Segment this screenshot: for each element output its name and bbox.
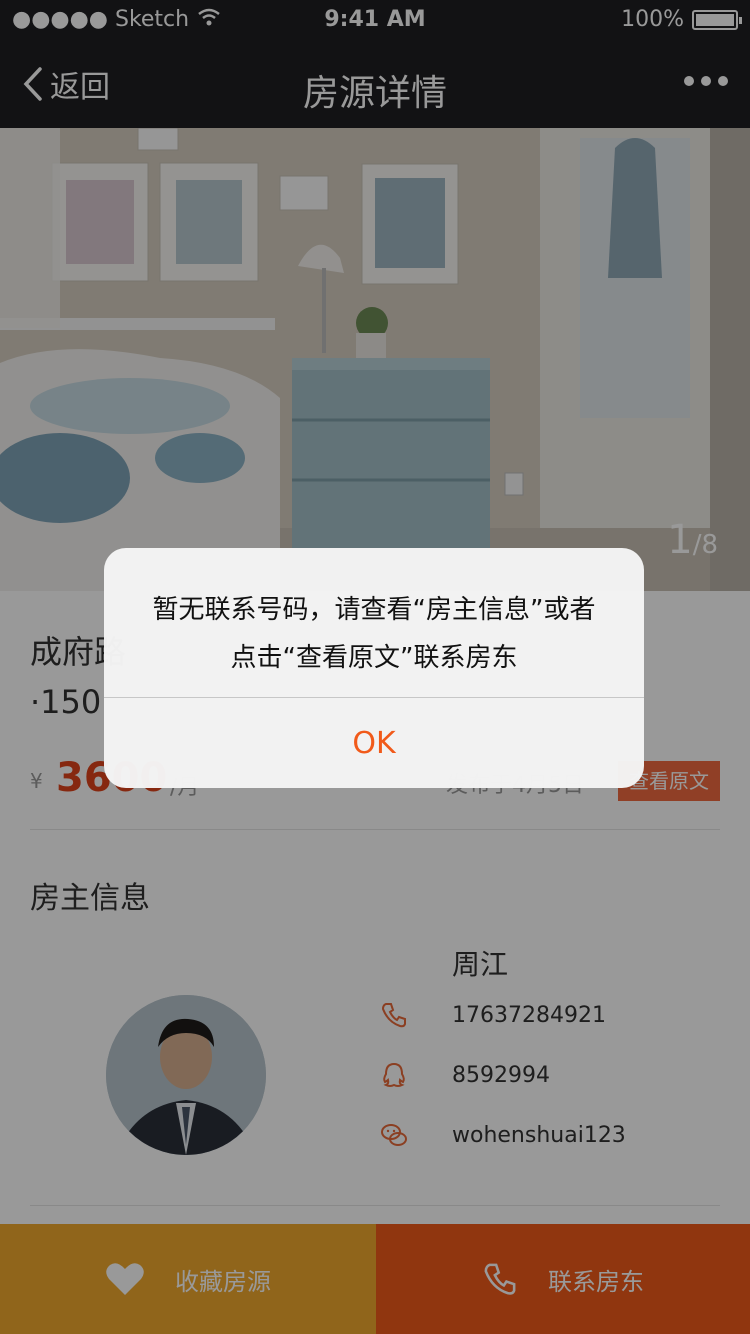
alert-message-line1: 暂无联系号码，请查看“房主信息”或者 (152, 595, 596, 625)
alert-dialog: 暂无联系号码，请查看“房主信息”或者 点击“查看原文”联系房东 OK (104, 548, 644, 788)
alert-message-line2: 点击“查看原文”联系房东 (230, 643, 518, 673)
ok-button[interactable]: OK (104, 698, 644, 788)
alert-message: 暂无联系号码，请查看“房主信息”或者 点击“查看原文”联系房东 (124, 586, 624, 682)
